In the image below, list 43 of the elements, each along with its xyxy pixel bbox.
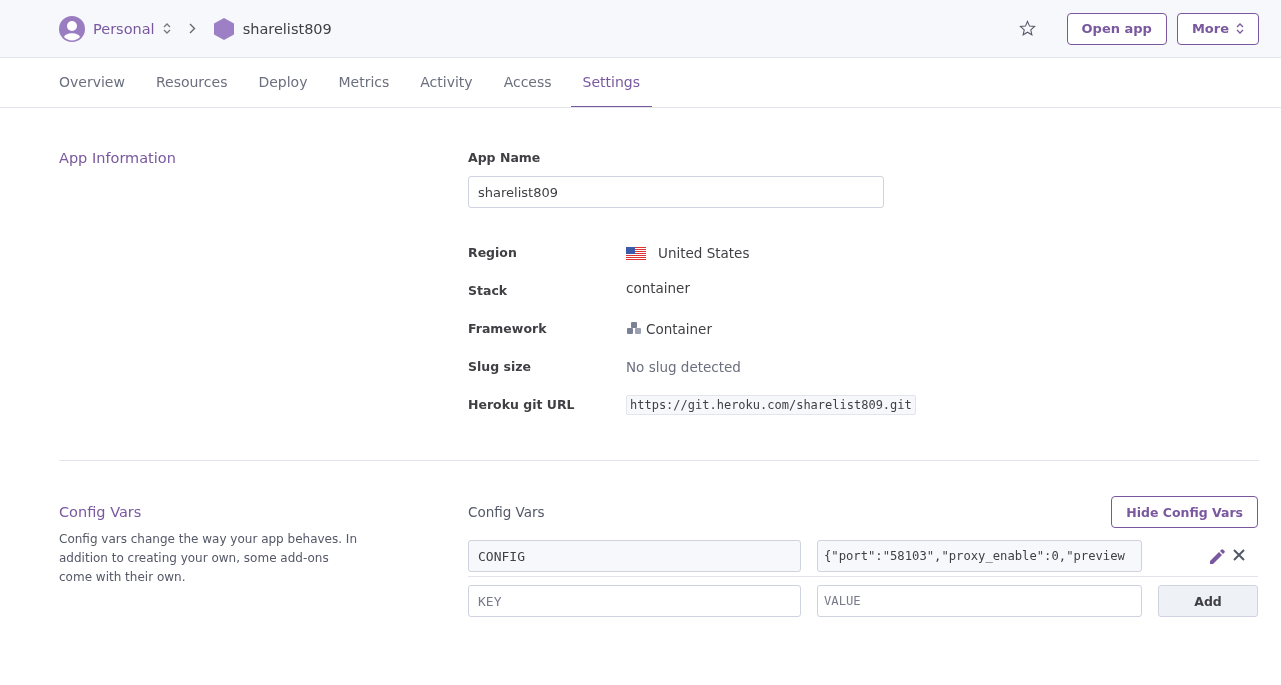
chevron-right-icon (188, 23, 196, 34)
app-name-link[interactable]: sharelist809 (213, 17, 332, 40)
section-description: Config vars change the way your app behaves. In addition to creating your own, some add-ons come with their own. (59, 531, 358, 586)
info-value: container (626, 279, 690, 297)
info-label: Region (468, 244, 518, 262)
flag-icon (626, 246, 646, 260)
nav-tab[interactable]: Overview (47, 58, 137, 107)
info-value: Container (646, 321, 712, 337)
star-icon[interactable] (1018, 20, 1036, 37)
info-label: Framework (468, 320, 548, 338)
add-button[interactable]: Add (1158, 585, 1258, 617)
info-label: Stack (468, 282, 509, 300)
nav-tab[interactable]: Resources (143, 58, 240, 107)
config-value-field[interactable]: {"port":"58103","proxy_enable":0,"preview (817, 540, 1142, 572)
info-value: United States (658, 245, 750, 261)
app-name-input[interactable]: sharelist809 (468, 176, 884, 208)
chevron-up-down-icon (162, 23, 171, 34)
info-label: Slug size (468, 358, 532, 376)
value-input[interactable]: VALUE (817, 585, 1142, 617)
field-label: App Name (468, 150, 542, 165)
config-key-field[interactable]: CONFIG (468, 540, 801, 572)
key-input[interactable]: KEY (468, 585, 801, 617)
more-button[interactable]: More (1176, 12, 1259, 45)
chevron-up-down-icon (1236, 23, 1244, 34)
avatar-icon (59, 15, 85, 42)
nav-tab[interactable]: Settings (570, 58, 652, 107)
open-app-button[interactable]: Open app (1066, 12, 1167, 45)
info-label: Heroku git URL (468, 396, 576, 414)
nav-tab[interactable]: Activity (408, 58, 485, 107)
pencil-icon[interactable] (1210, 548, 1225, 564)
nav-tab[interactable]: Deploy (246, 58, 320, 107)
nav-tab[interactable]: Access (491, 58, 564, 107)
section-title: App Information (59, 150, 177, 166)
account-switcher[interactable]: Personal (59, 15, 171, 42)
nav-tab[interactable]: Metrics (326, 58, 402, 107)
cubes-icon (626, 322, 642, 336)
hide-config-vars-button[interactable]: Hide Config Vars (1111, 496, 1258, 528)
section-title: Config Vars (59, 504, 143, 520)
close-icon[interactable] (1233, 548, 1245, 561)
git-url: https://git.heroku.com/sharelist809.git (626, 395, 916, 415)
hexagon-icon (213, 17, 234, 40)
info-value: No slug detected (626, 358, 741, 377)
config-vars-heading: Config Vars (468, 504, 545, 520)
